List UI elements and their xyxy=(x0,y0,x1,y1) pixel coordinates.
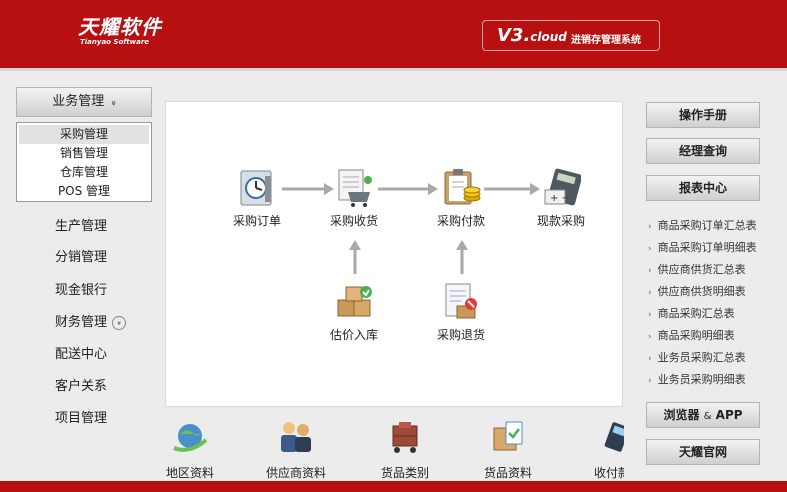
manual-button[interactable]: 操作手册 xyxy=(646,102,760,128)
report-link[interactable]: › 供应商供货明细表 xyxy=(648,283,746,299)
logo-english: Tianyao Software xyxy=(80,38,150,46)
business-management-button[interactable]: 业务管理» xyxy=(16,87,152,117)
submenu-item-pos[interactable]: POS 管理 xyxy=(19,182,149,201)
flow-purchase-receive[interactable]: 采购收货 xyxy=(314,168,394,229)
submenu-item-sales[interactable]: 销售管理 xyxy=(19,144,149,163)
nav-item-crm[interactable]: 客户关系 xyxy=(55,375,107,394)
report-link[interactable]: › 商品采购汇总表 xyxy=(648,305,735,321)
expand-circle-icon: » xyxy=(112,315,127,330)
business-submenu: 采购管理 销售管理 仓库管理 POS 管理 xyxy=(16,122,152,202)
chevron-right-icon: › xyxy=(648,376,652,386)
people-icon xyxy=(276,418,316,458)
chevron-right-icon: › xyxy=(648,222,652,232)
chevron-right-icon: › xyxy=(648,354,652,364)
report-link[interactable]: › 业务员采购明细表 xyxy=(648,371,746,387)
company-logo: 天耀软件 Tianyao Software xyxy=(78,16,162,46)
report-link[interactable]: › 商品采购明细表 xyxy=(648,327,735,343)
report-link[interactable]: › 商品采购订单明细表 xyxy=(648,239,757,255)
chevron-right-icon: › xyxy=(648,288,652,298)
report-link[interactable]: › 供应商供货汇总表 xyxy=(648,261,746,277)
box-check-icon xyxy=(488,418,528,458)
globe-arrow-icon xyxy=(170,418,210,458)
shortcut-category[interactable]: 货品类别 xyxy=(365,418,445,480)
boxes-icon xyxy=(334,282,374,322)
nav-item-cash-bank[interactable]: 现金银行 xyxy=(55,279,107,298)
nav-item-finance[interactable]: 财务管理» xyxy=(55,311,127,330)
system-name: 进销存管理系统 xyxy=(571,35,641,46)
submenu-item-purchase[interactable]: 采购管理 xyxy=(19,125,149,144)
official-site-button[interactable]: 天耀官网 xyxy=(646,439,760,465)
return-document-icon xyxy=(441,282,481,322)
logo-chinese: 天耀软件 xyxy=(78,15,162,39)
shortcut-payment[interactable]: 收付款 xyxy=(572,418,624,480)
report-link[interactable]: › 商品采购订单汇总表 xyxy=(648,217,757,233)
browser-app-button[interactable]: 浏览器 & APP xyxy=(646,402,760,428)
flow-arrows xyxy=(282,183,540,274)
clock-document-icon xyxy=(237,168,277,208)
manager-query-button[interactable]: 经理查询 xyxy=(646,138,760,164)
nav-item-project[interactable]: 项目管理 xyxy=(55,407,107,426)
flow-purchase-return[interactable]: 采购退货 xyxy=(421,282,501,343)
flow-cash-purchase[interactable]: + − 现款采购 xyxy=(521,168,601,229)
version-box: V3.cloud 进销存管理系统 xyxy=(482,20,660,51)
footer-bar xyxy=(0,481,787,492)
flow-purchase-order[interactable]: 采购订单 xyxy=(217,168,297,229)
version-label: V3.cloud xyxy=(497,25,567,46)
header-bar: 天耀软件 Tianyao Software V3.cloud 进销存管理系统 xyxy=(0,0,787,68)
clipboard-coins-icon xyxy=(441,168,481,208)
svg-text:+ −: + − xyxy=(550,193,570,204)
nav-item-delivery[interactable]: 配送中心 xyxy=(55,343,107,362)
calculator-icon: + − xyxy=(541,168,582,208)
chevron-right-icon: › xyxy=(648,266,652,276)
report-link[interactable]: › 业务员采购汇总表 xyxy=(648,349,746,365)
chevron-right-icon: › xyxy=(648,310,652,320)
shortcut-goods[interactable]: 货品资料 xyxy=(468,418,548,480)
pos-terminal-icon xyxy=(592,418,624,458)
bottom-shortcut-bar: 地区资料 供应商资料 货品类别 货品资料 收付款 xyxy=(160,412,624,480)
chevron-down-icon: » xyxy=(108,100,119,106)
chevron-right-icon: › xyxy=(648,332,652,342)
cart-invoice-icon xyxy=(334,168,374,208)
box-cart-icon xyxy=(385,418,425,458)
flow-purchase-pay[interactable]: 采购付款 xyxy=(421,168,501,229)
report-center-button[interactable]: 报表中心 xyxy=(646,175,760,201)
flow-estimate-instock[interactable]: 估价入库 xyxy=(314,282,394,343)
submenu-item-warehouse[interactable]: 仓库管理 xyxy=(19,163,149,182)
shortcut-region[interactable]: 地区资料 xyxy=(160,418,230,480)
nav-item-distribution[interactable]: 分销管理 xyxy=(55,246,107,265)
chevron-right-icon: › xyxy=(648,244,652,254)
purchase-flow-panel: 采购订单 采购收货 采购付款 + − 现款采购 估价入库 采购退货 xyxy=(165,101,623,407)
nav-item-production[interactable]: 生产管理 xyxy=(55,215,107,234)
right-panel: 操作手册 经理查询 报表中心 › 商品采购订单汇总表 › 商品采购订单明细表 › 供应… xyxy=(640,71,787,481)
left-navigation: 业务管理» 采购管理 销售管理 仓库管理 POS 管理 生产管理 分销管理 现金… xyxy=(0,71,160,481)
shortcut-supplier[interactable]: 供应商资料 xyxy=(256,418,336,480)
